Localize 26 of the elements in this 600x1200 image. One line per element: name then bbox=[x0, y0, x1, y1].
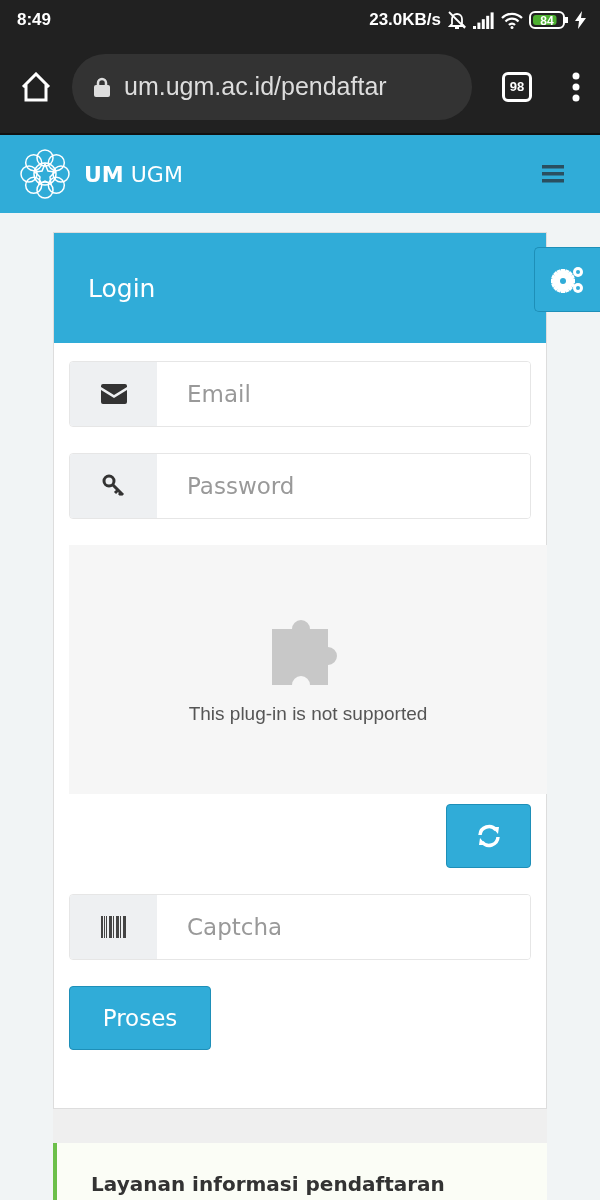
wifi-icon bbox=[501, 11, 523, 29]
lock-icon bbox=[94, 76, 110, 97]
info-title: Layanan informasi pendaftaran bbox=[91, 1172, 445, 1196]
refresh-button[interactable] bbox=[446, 804, 531, 868]
gears-icon bbox=[550, 264, 585, 295]
plugin-message: This plug-in is not supported bbox=[188, 702, 428, 725]
captcha-field[interactable]: Captcha bbox=[69, 894, 531, 960]
more-icon[interactable] bbox=[572, 71, 580, 102]
url-text: um.ugm.ac.id/pendaftar bbox=[124, 72, 387, 101]
tab-count[interactable]: 98 bbox=[502, 71, 532, 102]
address-bar[interactable]: um.ugm.ac.id/pendaftar bbox=[72, 53, 472, 120]
refresh-icon bbox=[476, 824, 501, 848]
envelope-icon bbox=[100, 384, 127, 404]
menu-icon[interactable] bbox=[542, 165, 564, 183]
home-icon[interactable] bbox=[20, 71, 52, 102]
key-icon bbox=[101, 474, 126, 498]
barcode-icon bbox=[100, 916, 127, 938]
email-field[interactable]: Email bbox=[69, 361, 531, 427]
emblem-logo bbox=[20, 149, 70, 199]
card-title: Login bbox=[88, 273, 156, 303]
network-speed: 23.0KB/s bbox=[369, 10, 441, 30]
clock-time: 8:49 bbox=[17, 10, 52, 30]
signal-icon bbox=[473, 11, 495, 29]
password-field[interactable]: Password bbox=[69, 453, 531, 519]
settings-tab[interactable] bbox=[534, 247, 600, 312]
bell-off-icon bbox=[447, 10, 467, 30]
